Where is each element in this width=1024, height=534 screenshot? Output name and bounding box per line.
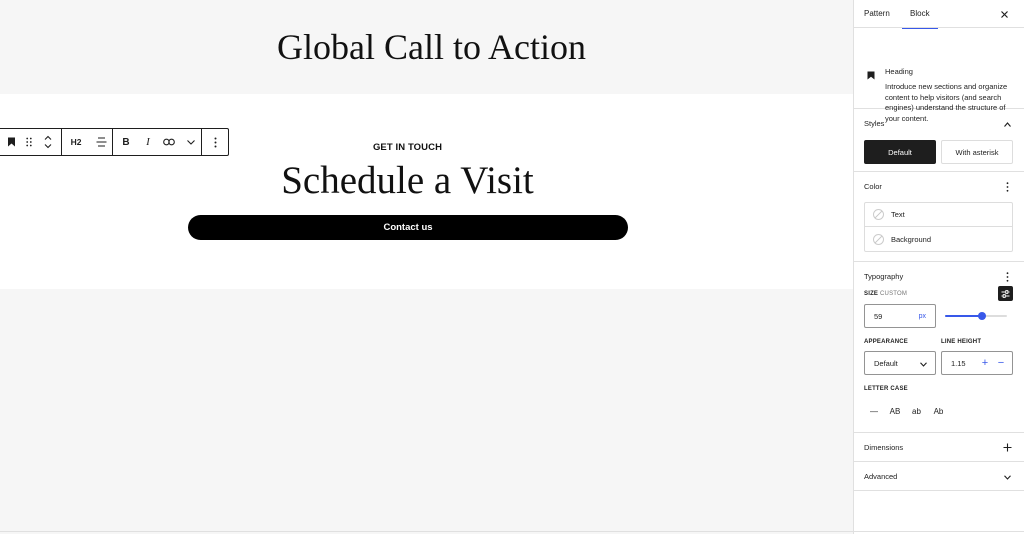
close-icon[interactable]: [998, 8, 1010, 20]
footer-divider: [0, 531, 1024, 532]
font-size-value: 59: [874, 311, 883, 321]
text-color-label: Text: [891, 210, 905, 219]
custom-size-toggle-icon[interactable]: [998, 286, 1013, 301]
appearance-label: APPEARANCE: [864, 339, 909, 345]
toolbar-group-options: [202, 129, 228, 155]
letter-case-uppercase[interactable]: AB: [888, 404, 902, 418]
sidebar-tabs: Pattern Block: [854, 0, 1024, 29]
advanced-panel: Advanced: [854, 462, 1024, 491]
pattern-title[interactable]: Global Call to Action: [0, 0, 853, 94]
contact-us-button[interactable]: Contact us: [188, 215, 628, 240]
editor-app: Global Call to Action GET IN TOUCH Sched…: [0, 0, 1024, 534]
link-icon[interactable]: [157, 129, 181, 155]
style-default-button[interactable]: Default: [864, 140, 936, 164]
font-size-slider[interactable]: [945, 311, 1007, 321]
color-options-icon[interactable]: [1002, 182, 1012, 192]
slider-fill: [945, 315, 983, 317]
selected-heading-block[interactable]: Schedule a Visit: [0, 158, 815, 203]
block-card: Heading Introduce new sections and organ…: [854, 28, 1024, 123]
italic-button[interactable]: I: [139, 129, 157, 155]
dimensions-panel: Dimensions: [854, 433, 1024, 462]
block-name: Heading: [885, 67, 913, 76]
chevron-down-icon: [920, 360, 927, 369]
block-settings-sidebar: Pattern Block Heading Introduce new sect…: [853, 0, 1024, 534]
tab-pattern[interactable]: Pattern: [864, 0, 890, 28]
typography-options-icon[interactable]: [1002, 272, 1012, 282]
chevron-up-icon[interactable]: [1002, 119, 1012, 129]
dimensions-panel-title[interactable]: Dimensions: [864, 443, 903, 452]
letter-case-lowercase[interactable]: ab: [910, 404, 923, 418]
font-size-unit[interactable]: px: [919, 313, 926, 320]
bold-button[interactable]: B: [113, 129, 139, 155]
font-size-label: SIZE CUSTOM: [864, 291, 907, 297]
heading-block-icon[interactable]: [0, 129, 23, 155]
heading-level-button[interactable]: H2: [62, 129, 90, 155]
slider-thumb[interactable]: [978, 312, 987, 320]
editor-canvas: Global Call to Action GET IN TOUCH Sched…: [0, 0, 853, 534]
move-up-down-icon[interactable]: [35, 129, 61, 155]
appearance-select[interactable]: Default: [864, 351, 936, 375]
empty-swatch-icon: [873, 233, 884, 245]
font-size-input[interactable]: 59 px: [864, 304, 936, 328]
size-mode-text: CUSTOM: [880, 291, 908, 297]
typography-panel-title: Typography: [864, 272, 904, 281]
text-color-item[interactable]: Text: [865, 203, 1012, 227]
line-height-value: 1.15: [951, 358, 966, 368]
letter-case-capitalize[interactable]: Ab: [932, 404, 945, 418]
plus-icon[interactable]: [1002, 442, 1012, 452]
size-label-text: SIZE: [864, 291, 879, 297]
toolbar-group-format: B I: [113, 129, 202, 155]
chevron-down-icon[interactable]: [1002, 472, 1012, 482]
decrement-icon[interactable]: −: [995, 357, 1007, 369]
letter-case-label: LETTER CASE: [864, 386, 908, 392]
more-rich-text-chevron-icon[interactable]: [181, 129, 201, 155]
tab-block[interactable]: Block: [902, 0, 937, 29]
heading-icon: [867, 67, 875, 85]
letter-case-none[interactable]: —: [868, 404, 880, 418]
styles-panel-title[interactable]: Styles: [864, 119, 884, 128]
background-color-item[interactable]: Background: [865, 227, 1012, 251]
line-height-label: LINE HEIGHT: [941, 339, 982, 345]
cta-group-block[interactable]: GET IN TOUCH Schedule a Visit Contact us: [0, 94, 853, 289]
toolbar-group-block: [0, 129, 62, 155]
toolbar-group-heading: H2: [62, 129, 113, 155]
empty-swatch-icon: [873, 209, 884, 220]
block-options-icon[interactable]: [202, 129, 228, 155]
color-group: Text Background: [864, 202, 1013, 252]
line-height-input[interactable]: 1.15 + −: [941, 351, 1013, 375]
align-text-icon[interactable]: [90, 129, 112, 155]
color-panel-title: Color: [864, 182, 882, 191]
appearance-value: Default: [874, 358, 898, 368]
increment-icon[interactable]: +: [979, 357, 991, 369]
drag-handle-icon[interactable]: [23, 129, 35, 155]
advanced-panel-title[interactable]: Advanced: [864, 472, 897, 481]
block-toolbar: H2 B I: [0, 128, 229, 156]
background-color-label: Background: [891, 234, 932, 244]
style-with-asterisk-button[interactable]: With asterisk: [941, 140, 1013, 164]
